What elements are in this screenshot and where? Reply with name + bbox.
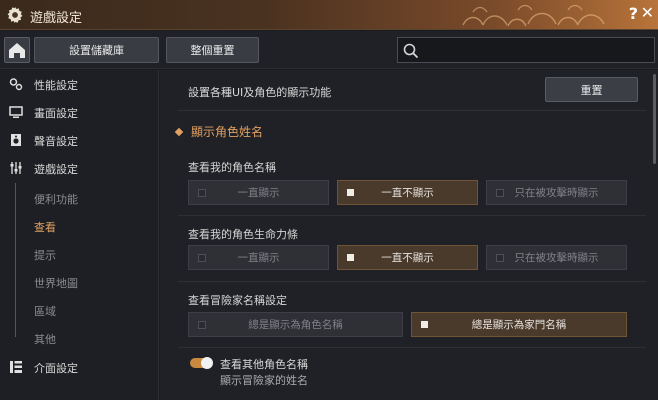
home-button[interactable] — [4, 37, 30, 63]
divider — [178, 110, 646, 111]
settings-panel: 設置各種UI及角色的顯示功能 重置 顯示角色姓名 查看我的角色名稱 一直顯示 一… — [160, 70, 658, 400]
gear-icon — [7, 6, 23, 24]
sidebar-item-display[interactable]: 畫面設定 — [0, 101, 159, 123]
checkbox — [421, 321, 428, 328]
option-always-show[interactable]: 一直顯示 — [188, 180, 329, 205]
other-names-toggle[interactable] — [190, 357, 213, 369]
search-input[interactable] — [397, 37, 655, 63]
option-never-show[interactable]: 一直不顯示 — [337, 245, 478, 270]
diamond-icon — [174, 127, 184, 136]
sidebar-subitem-tips[interactable]: 提示 — [34, 247, 56, 263]
save-library-button[interactable]: 設置儲藏庫 — [34, 37, 159, 63]
cloud-ornament — [462, 4, 605, 27]
sidebar-item-interface[interactable]: 介面設定 — [0, 356, 159, 378]
help-button[interactable]: ? — [629, 4, 638, 23]
option-show-when-attacked[interactable]: 只在被攻擊時顯示 — [486, 180, 627, 205]
sidebar-item-label: 介面設定 — [34, 362, 78, 375]
toggle-knob — [201, 357, 213, 369]
checkbox — [198, 321, 206, 329]
sidebar-subitem-other[interactable]: 其他 — [34, 331, 56, 347]
option-group-label: 查看冒險家名稱設定 — [188, 294, 287, 307]
option-always-show[interactable]: 一直顯示 — [188, 245, 329, 270]
sidebar-item-label: 聲音設定 — [34, 135, 78, 148]
submenu-line — [15, 183, 16, 337]
checkbox — [198, 189, 206, 197]
sidebar: 性能設定 畫面設定 聲音設定 遊戲設定 便利功能 查看 提示 世界地圖 區域 其… — [0, 70, 159, 400]
performance-icon — [9, 78, 23, 91]
checkbox — [496, 254, 504, 262]
sidebar-item-performance[interactable]: 性能設定 — [0, 73, 159, 95]
sidebar-item-sound[interactable]: 聲音設定 — [0, 129, 159, 151]
option-show-family-name[interactable]: 總是顯示為家門名稱 — [411, 312, 627, 337]
scrollbar[interactable] — [653, 74, 656, 164]
divider — [178, 347, 646, 348]
search-icon — [403, 43, 419, 59]
option-group-label: 查看我的角色名稱 — [188, 161, 276, 174]
toolbar: 設置儲藏庫 整個重置 — [0, 31, 658, 69]
checkbox — [496, 189, 504, 197]
option-show-when-attacked[interactable]: 只在被攻擊時顯示 — [486, 245, 627, 270]
divider — [178, 281, 646, 282]
option-group-label: 查看我的角色生命力條 — [188, 228, 298, 241]
checkbox — [347, 189, 354, 196]
checkbox — [347, 254, 354, 261]
speaker-icon — [11, 134, 21, 146]
toggle-sublabel: 顯示冒險家的姓名 — [220, 374, 308, 387]
sidebar-item-label: 遊戲設定 — [34, 163, 78, 176]
sidebar-subitem-convenience[interactable]: 便利功能 — [34, 191, 78, 207]
sidebar-subitem-view[interactable]: 查看 — [34, 219, 56, 235]
sidebar-subitem-region[interactable]: 區域 — [34, 303, 56, 319]
divider — [178, 215, 646, 216]
panel-description: 設置各種UI及角色的顯示功能 — [188, 86, 332, 99]
checkbox — [198, 254, 206, 262]
section-title: 顯示角色姓名 — [174, 123, 264, 140]
reset-all-button[interactable]: 整個重置 — [166, 37, 259, 63]
title-bar: 遊戲設定 ? ✕ — [0, 0, 658, 30]
toggle-label: 查看其他角色名稱 — [220, 358, 308, 371]
option-never-show[interactable]: 一直不顯示 — [337, 180, 478, 205]
sliders-icon — [10, 162, 22, 174]
reset-button[interactable]: 重置 — [545, 77, 638, 102]
window-title: 遊戲設定 — [30, 11, 83, 26]
sidebar-item-game[interactable]: 遊戲設定 — [0, 157, 159, 179]
sidebar-subitem-world-map[interactable]: 世界地圖 — [34, 275, 78, 291]
section-title-text: 顯示角色姓名 — [191, 125, 264, 139]
monitor-icon — [9, 106, 23, 118]
option-show-character-name[interactable]: 總是顯示為角色名稱 — [188, 312, 403, 337]
home-icon — [9, 43, 25, 58]
interface-icon — [10, 361, 22, 373]
sidebar-item-label: 性能設定 — [34, 79, 78, 92]
close-button[interactable]: ✕ — [641, 3, 654, 22]
sidebar-item-label: 畫面設定 — [34, 107, 78, 120]
